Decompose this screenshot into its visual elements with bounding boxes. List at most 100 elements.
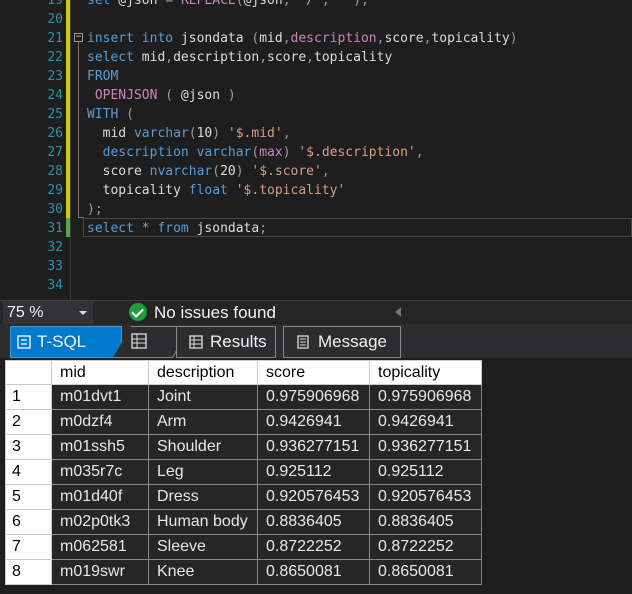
code-text[interactable]: select mid,description,score,topicality bbox=[87, 48, 392, 67]
code-text[interactable]: mid varchar(10) '$.mid', bbox=[87, 124, 291, 143]
code-text[interactable]: WITH ( bbox=[87, 105, 134, 124]
grid-cell-topicality[interactable]: 0.920576453 bbox=[369, 484, 482, 510]
grid-cell-mid[interactable]: m0dzf4 bbox=[51, 409, 149, 435]
code-line[interactable]: 31 select * from jsondata; bbox=[0, 219, 632, 238]
table-row[interactable]: 6 m02p0tk3 Human body 0.8836405 0.8836405 bbox=[5, 509, 482, 535]
row-number-cell[interactable]: 6 bbox=[5, 509, 52, 535]
grid-cell-mid[interactable]: m01ssh5 bbox=[51, 434, 149, 460]
grid-cell-mid[interactable]: m035r7c bbox=[51, 459, 149, 485]
grid-cell-topicality[interactable]: 0.925112 bbox=[369, 459, 482, 485]
grid-cell-topicality[interactable]: 0.975906968 bbox=[369, 384, 482, 410]
grid-cell-description[interactable]: Dress bbox=[148, 484, 258, 510]
code-text[interactable]: insert into jsondata (mid,description,sc… bbox=[87, 29, 518, 48]
grid-cell-score[interactable]: 0.975906968 bbox=[257, 384, 370, 410]
grid-cell-topicality[interactable]: 0.8650081 bbox=[369, 559, 482, 585]
row-number-header[interactable] bbox=[5, 360, 52, 385]
issues-status[interactable]: No issues found bbox=[154, 301, 276, 324]
code-text[interactable]: topicality float '$.topicality' bbox=[87, 181, 346, 200]
column-header-topicality[interactable]: topicality bbox=[369, 360, 482, 385]
code-text[interactable]: FROM bbox=[87, 67, 118, 86]
grid-cell-description[interactable]: Joint bbox=[148, 384, 258, 410]
grid-cell-topicality[interactable]: 0.936277151 bbox=[369, 434, 482, 460]
code-line[interactable]: 20 bbox=[0, 10, 632, 29]
grid-cell-mid[interactable]: m02p0tk3 bbox=[51, 509, 149, 535]
column-header-description[interactable]: description bbox=[148, 360, 258, 385]
grid-view-icon[interactable] bbox=[131, 333, 147, 349]
code-line[interactable]: 25 WITH ( bbox=[0, 105, 632, 124]
message-icon bbox=[297, 335, 309, 349]
grid-cell-description[interactable]: Leg bbox=[148, 459, 258, 485]
code-line[interactable]: 19 set @json = REPLACE(@json, '/', ''); bbox=[0, 0, 632, 10]
line-number: 23 bbox=[47, 69, 63, 84]
tab-results[interactable]: Results bbox=[176, 326, 276, 358]
code-line[interactable]: 22 select mid,description,score,topicalit… bbox=[0, 48, 632, 67]
row-number-cell[interactable]: 2 bbox=[5, 409, 52, 435]
scroll-left-icon[interactable] bbox=[395, 307, 401, 317]
code-text[interactable]: OPENJSON ( @json ) bbox=[87, 86, 236, 105]
code-line[interactable]: 26 mid varchar(10) '$.mid', bbox=[0, 124, 632, 143]
table-row[interactable]: 3 m01ssh5 Shoulder 0.936277151 0.936277151 bbox=[5, 434, 482, 460]
tab-messages[interactable]: Message bbox=[283, 326, 401, 358]
grid-cell-score[interactable]: 0.8722252 bbox=[257, 534, 370, 560]
grid-cell-topicality[interactable]: 0.8836405 bbox=[369, 509, 482, 535]
row-number-cell[interactable]: 7 bbox=[5, 534, 52, 560]
table-row[interactable]: 1 m01dvt1 Joint 0.975906968 0.975906968 bbox=[5, 384, 482, 410]
grid-cell-description[interactable]: Arm bbox=[148, 409, 258, 435]
grid-cell-description[interactable]: Human body bbox=[148, 509, 258, 535]
grid-cell-mid[interactable]: m062581 bbox=[51, 534, 149, 560]
grid-cell-topicality[interactable]: 0.8722252 bbox=[369, 534, 482, 560]
row-number-cell[interactable]: 3 bbox=[5, 434, 52, 460]
code-text[interactable]: select * from jsondata; bbox=[87, 219, 267, 238]
line-number: 19 bbox=[47, 0, 63, 8]
results-grid-icon bbox=[189, 335, 203, 349]
collapse-icon[interactable]: − bbox=[74, 33, 83, 42]
row-number-cell[interactable]: 4 bbox=[5, 459, 52, 485]
grid-cell-score[interactable]: 0.925112 bbox=[257, 459, 370, 485]
code-text[interactable]: score nvarchar(20) '$.score', bbox=[87, 162, 330, 181]
code-line[interactable]: 28 score nvarchar(20) '$.score', bbox=[0, 162, 632, 181]
tab-tsql[interactable]: T-SQL bbox=[10, 326, 122, 358]
column-header-score[interactable]: score bbox=[257, 360, 370, 385]
grid-cell-topicality[interactable]: 0.9426941 bbox=[369, 409, 482, 435]
line-number: 30 bbox=[47, 202, 63, 217]
line-number: 33 bbox=[47, 259, 63, 274]
code-line[interactable]: 27 description varchar(max) '$.descripti… bbox=[0, 143, 632, 162]
code-line[interactable]: 24 OPENJSON ( @json ) bbox=[0, 86, 632, 105]
table-row[interactable]: 2 m0dzf4 Arm 0.9426941 0.9426941 bbox=[5, 409, 482, 435]
table-row[interactable]: 4 m035r7c Leg 0.925112 0.925112 bbox=[5, 459, 482, 485]
row-number-cell[interactable]: 8 bbox=[5, 559, 52, 585]
code-text[interactable]: set @json = REPLACE(@json, '/', ''); bbox=[87, 0, 369, 10]
grid-cell-description[interactable]: Knee bbox=[148, 559, 258, 585]
grid-cell-score[interactable]: 0.8650081 bbox=[257, 559, 370, 585]
code-line[interactable]: 21 − insert into jsondata (mid,description… bbox=[0, 29, 632, 48]
zoom-dropdown[interactable]: 75 % bbox=[3, 301, 93, 324]
grid-cell-mid[interactable]: m01d40f bbox=[51, 484, 149, 510]
code-line[interactable]: 33 bbox=[0, 257, 632, 276]
column-header-mid[interactable]: mid bbox=[51, 360, 149, 385]
grid-cell-score[interactable]: 0.9426941 bbox=[257, 409, 370, 435]
grid-cell-score[interactable]: 0.920576453 bbox=[257, 484, 370, 510]
code-line[interactable]: 23 FROM bbox=[0, 67, 632, 86]
check-circle-icon bbox=[129, 303, 147, 321]
grid-cell-description[interactable]: Sleeve bbox=[148, 534, 258, 560]
grid-cell-mid[interactable]: m019swr bbox=[51, 559, 149, 585]
row-number-cell[interactable]: 1 bbox=[5, 384, 52, 410]
code-line[interactable]: 30); bbox=[0, 200, 632, 219]
grid-cell-score[interactable]: 0.936277151 bbox=[257, 434, 370, 460]
grid-cell-mid[interactable]: m01dvt1 bbox=[51, 384, 149, 410]
code-line[interactable]: 29 topicality float '$.topicality' bbox=[0, 181, 632, 200]
code-line[interactable]: 34 bbox=[0, 276, 632, 295]
row-number-cell[interactable]: 5 bbox=[5, 484, 52, 510]
grid-cell-description[interactable]: Shoulder bbox=[148, 434, 258, 460]
grid-body: 1 m01dvt1 Joint 0.975906968 0.975906968 2 m0dz… bbox=[5, 384, 482, 585]
table-row[interactable]: 7 m062581 Sleeve 0.8722252 0.8722252 bbox=[5, 534, 482, 560]
sql-editor[interactable]: 19 set @json = REPLACE(@json, '/', ''); 20… bbox=[0, 0, 632, 300]
code-line[interactable]: 32 bbox=[0, 238, 632, 257]
results-grid[interactable]: mid description score topicality 1 m01dvt… bbox=[5, 360, 482, 585]
table-row[interactable]: 5 m01d40f Dress 0.920576453 0.920576453 bbox=[5, 484, 482, 510]
table-row[interactable]: 8 m019swr Knee 0.8650081 0.8650081 bbox=[5, 559, 482, 585]
code-text[interactable]: description varchar(max) '$.description'… bbox=[87, 143, 424, 162]
code-text[interactable]: ); bbox=[87, 200, 103, 219]
tab-messages-label: Message bbox=[318, 332, 387, 351]
grid-cell-score[interactable]: 0.8836405 bbox=[257, 509, 370, 535]
